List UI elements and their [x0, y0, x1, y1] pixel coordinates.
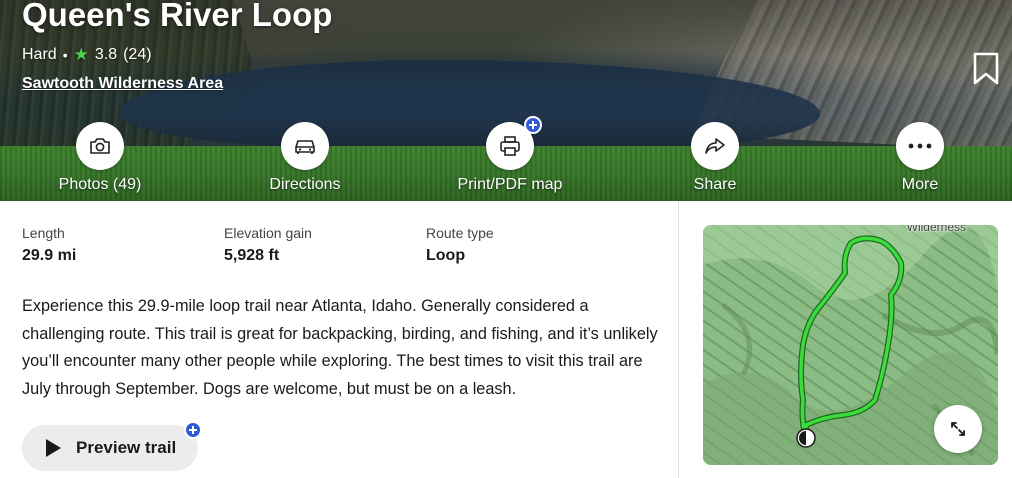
more-dots-icon	[908, 143, 932, 149]
trail-meta: Hard • ★ 3.8 (24)	[22, 45, 152, 65]
expand-map-button[interactable]	[934, 405, 982, 453]
car-icon	[295, 140, 315, 154]
share-arrow-icon	[705, 138, 725, 154]
preview-trail-label: Preview trail	[76, 438, 177, 457]
column-divider	[678, 201, 679, 478]
area-link[interactable]: Sawtooth Wilderness Area	[22, 75, 223, 93]
trail-description: Experience this 29.9-mile loop trail nea…	[22, 297, 658, 398]
directions-label: Directions	[269, 176, 341, 193]
stat-label: Elevation gain	[224, 225, 312, 241]
stat-value: 29.9 mi	[22, 247, 77, 264]
bookmark-icon	[973, 52, 999, 85]
action-bar: Photos (49) Directions Print/PDF map Sha…	[0, 116, 1012, 201]
review-count: (24)	[123, 46, 152, 63]
share-label: Share	[693, 176, 737, 193]
stat-label: Length	[22, 225, 65, 241]
stat-elevation: Elevation gain 5,928 ft	[224, 225, 426, 265]
rating-value: 3.8	[94, 46, 118, 63]
star-icon: ★	[73, 45, 89, 64]
stat-label: Route type	[426, 225, 494, 241]
stat-route-type: Route type Loop	[426, 225, 628, 265]
stat-length: Length 29.9 mi	[22, 225, 224, 265]
more-button[interactable]: More	[840, 122, 1000, 194]
hero-banner: Queen's River Loop Hard • ★ 3.8 (24) Saw…	[0, 0, 1012, 201]
photos-button[interactable]: Photos (49)	[20, 122, 180, 194]
map-place-label: Wilderness	[906, 225, 966, 234]
more-label: More	[901, 176, 939, 193]
directions-button[interactable]: Directions	[225, 122, 385, 194]
plus-badge-icon	[524, 116, 542, 134]
camera-icon	[90, 138, 110, 154]
trail-stats: Length 29.9 mi Elevation gain 5,928 ft R…	[22, 225, 628, 265]
meta-separator: •	[62, 47, 68, 63]
photos-label: Photos (49)	[58, 176, 142, 193]
plus-badge-icon	[184, 421, 202, 439]
trail-title: Queen's River Loop	[22, 0, 333, 33]
printer-icon	[500, 136, 520, 156]
bookmark-button[interactable]	[972, 52, 1000, 86]
print-pdf-button[interactable]: Print/PDF map	[430, 116, 590, 194]
trailhead-marker-icon	[796, 428, 816, 448]
play-icon	[46, 439, 61, 457]
preview-trail-button[interactable]: Preview trail	[22, 421, 202, 471]
share-button[interactable]: Share	[635, 122, 795, 194]
stat-value: 5,928 ft	[224, 247, 280, 264]
stat-value: Loop	[426, 247, 466, 264]
difficulty-label: Hard	[22, 46, 57, 63]
print-pdf-label: Print/PDF map	[457, 176, 563, 193]
expand-icon	[951, 422, 965, 436]
